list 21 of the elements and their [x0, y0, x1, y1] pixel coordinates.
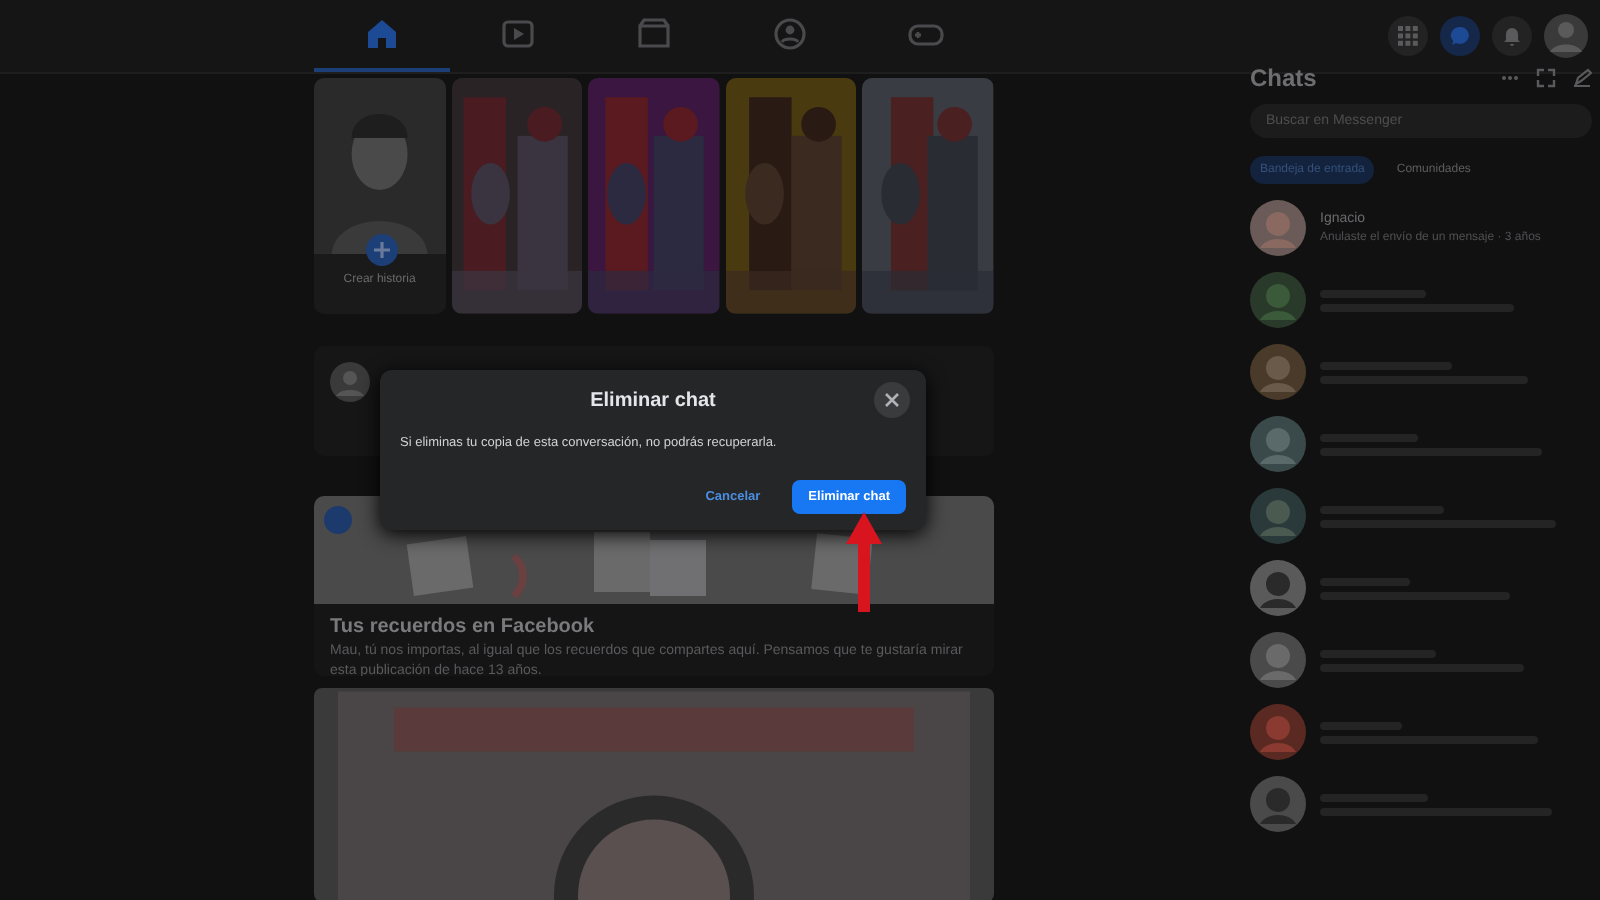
arrow-annotation — [846, 512, 882, 612]
memories-title: Tus recuerdos en Facebook — [330, 616, 597, 639]
store-icon — [634, 14, 674, 54]
home-icon — [362, 14, 402, 54]
messenger-button[interactable] — [1440, 16, 1480, 56]
bell-icon — [1502, 26, 1522, 46]
grid-icon — [1398, 26, 1418, 46]
compose-icon[interactable] — [1572, 68, 1592, 88]
chats-title: Chats — [1250, 64, 1317, 92]
avatar — [330, 361, 370, 402]
chat-bubble-icon — [1450, 26, 1470, 46]
notifications-button[interactable] — [1492, 16, 1532, 56]
expand-icon[interactable] — [1536, 68, 1556, 88]
video-icon — [498, 14, 538, 54]
close-button[interactable] — [874, 382, 910, 418]
dialog-title: Eliminar chat — [588, 390, 718, 412]
menu-button[interactable] — [1388, 16, 1428, 56]
avatar[interactable] — [1544, 14, 1588, 58]
groups-icon — [770, 14, 810, 54]
close-icon — [884, 392, 900, 408]
plus-icon[interactable] — [366, 234, 398, 266]
